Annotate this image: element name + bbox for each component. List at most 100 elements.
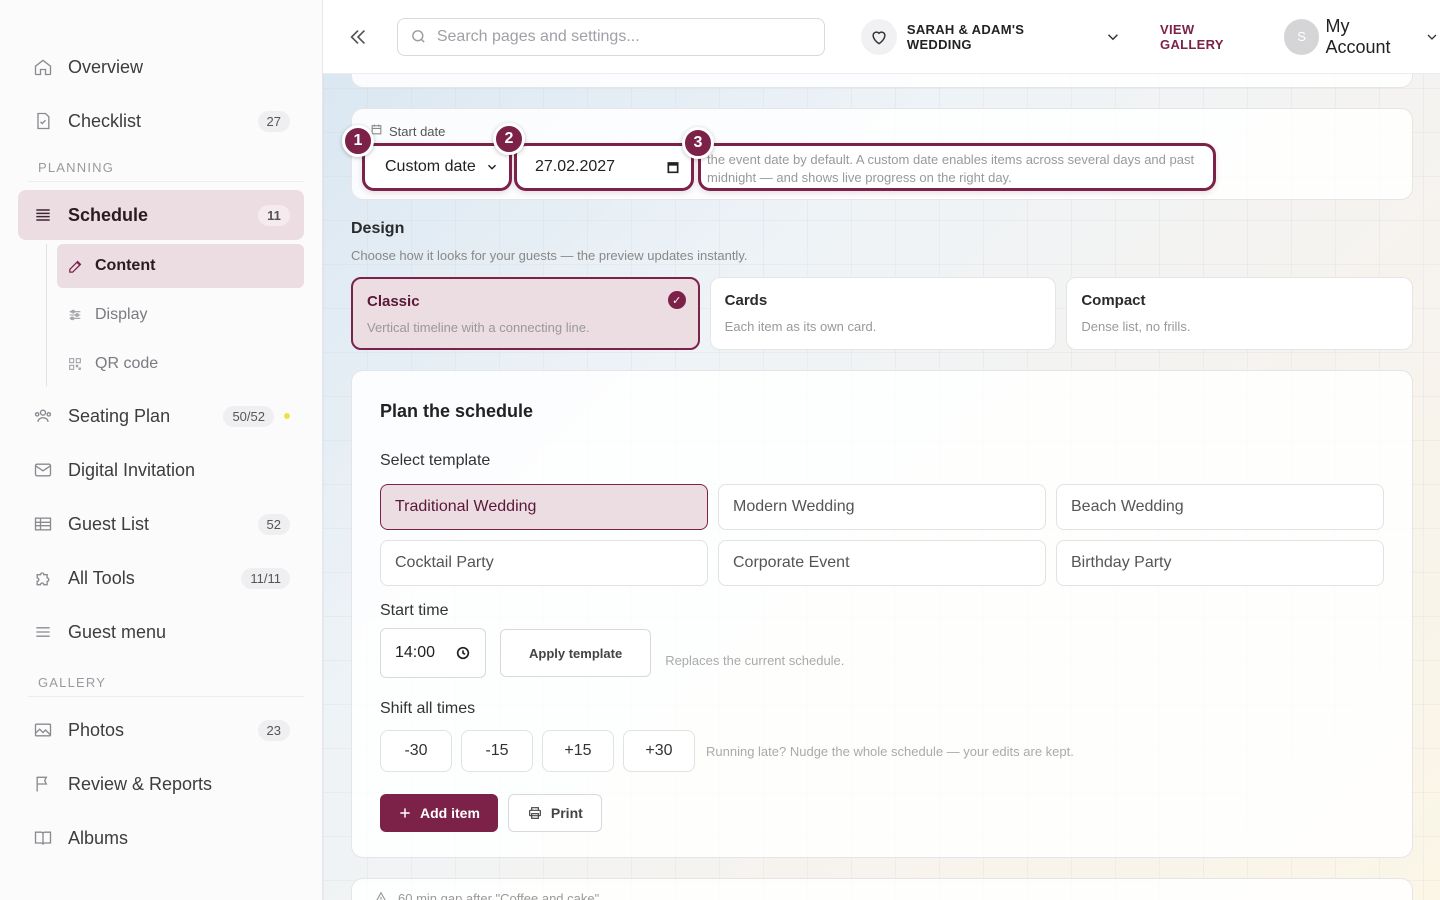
design-option-classic[interactable]: Classic Vertical timeline with a connect… [351, 277, 700, 350]
template-corporate-event[interactable]: Corporate Event [718, 540, 1046, 586]
image-icon [32, 719, 54, 741]
account-menu[interactable]: S My Account [1283, 15, 1440, 58]
count-badge: 11 [258, 204, 290, 226]
design-option-cards[interactable]: Cards Each item as its own card. [709, 277, 1057, 350]
event-name: SARAH & ADAM'S WEDDING [906, 21, 1025, 52]
subnav-item-content[interactable]: Content [57, 244, 304, 288]
template-traditional-wedding[interactable]: Traditional Wedding [380, 484, 708, 530]
template-cocktail-party[interactable]: Cocktail Party [380, 540, 708, 586]
sidebar-item-checklist[interactable]: Checklist 27 [18, 96, 304, 146]
count-badge: 50/52 [223, 405, 274, 427]
sidebar-item-label: All Tools [68, 567, 135, 588]
start-date-label: Start date [370, 123, 445, 139]
chevron-down-icon [487, 164, 497, 170]
sidebar-item-label: Overview [68, 56, 144, 77]
design-title: Design [351, 220, 405, 237]
search-icon [411, 30, 425, 43]
flag-icon [32, 773, 54, 795]
schedule-warning: 60 min gap after "Coffee and cake" [351, 878, 1413, 900]
sidebar-item-review-reports[interactable]: Review & Reports [18, 759, 304, 809]
template-label: Select template [380, 452, 491, 469]
topbar: SARAH & ADAM'S WEDDING VIEW GALLERY S My… [323, 0, 1440, 74]
sidebar-item-digital-invitation[interactable]: Digital Invitation [18, 445, 304, 495]
sidebar-item-guest-menu[interactable]: Guest menu [18, 607, 304, 657]
shift-plus-15-button[interactable]: +15 [542, 730, 614, 772]
shift-minus-15-button[interactable]: -15 [461, 730, 533, 772]
start-date-input[interactable]: 27.02.2027 [514, 143, 694, 191]
sidebar-item-label: Guest List [68, 513, 150, 534]
apply-template-button[interactable]: Apply template [500, 629, 652, 677]
sidebar-item-overview[interactable]: Overview [18, 42, 304, 92]
start-time-input[interactable]: 14:00 [380, 628, 486, 678]
design-subtitle: Choose how it looks for your guests — th… [351, 248, 748, 263]
book-icon [32, 827, 54, 849]
avatar: S [1283, 18, 1320, 55]
sidebar-item-all-tools[interactable]: All Tools 11/11 [18, 553, 304, 603]
apply-template-hint: Replaces the current schedule. [665, 652, 845, 668]
list-icon [32, 204, 54, 226]
search-input[interactable] [436, 27, 797, 46]
subnav-item-label: QR code [95, 355, 159, 372]
qr-icon [67, 355, 85, 373]
view-gallery-link[interactable]: VIEW GALLERY [1160, 22, 1262, 52]
chevron-down-icon [1108, 33, 1119, 40]
clock-icon [456, 646, 470, 660]
main-area: SARAH & ADAM'S WEDDING VIEW GALLERY S My… [323, 0, 1440, 900]
search-box [396, 17, 826, 56]
edit-icon [67, 257, 85, 275]
sidebar-item-label: Schedule [68, 204, 149, 225]
start-date-card: Start date Custom date 27.02.2027 the ev… [342, 108, 1413, 200]
count-badge: 52 [257, 513, 290, 535]
shift-plus-30-button[interactable]: +30 [623, 730, 695, 772]
sidebar-item-label: Checklist [68, 110, 142, 131]
design-options: Classic Vertical timeline with a connect… [351, 277, 1414, 350]
template-beach-wedding[interactable]: Beach Wedding [1056, 484, 1384, 530]
sidebar-item-photos[interactable]: Photos 23 [18, 705, 304, 755]
start-time-row: 14:00 Apply template Replaces the curren… [380, 628, 1384, 678]
sidebar-item-guest-list[interactable]: Guest List 52 [18, 499, 304, 549]
shift-hint: Running late? Nudge the whole schedule —… [706, 743, 1074, 759]
mail-icon [32, 459, 54, 481]
calendar-icon [667, 162, 679, 174]
subnav-item-label: Content [95, 257, 156, 274]
shift-minus-30-button[interactable]: -30 [380, 730, 452, 772]
warning-icon [376, 891, 386, 900]
collapse-sidebar-button[interactable] [343, 22, 373, 52]
account-label: My Account [1325, 15, 1391, 57]
people-icon [32, 405, 54, 427]
puzzle-icon [32, 567, 54, 589]
actions-row: Add item Print [380, 794, 1384, 832]
plus-icon [400, 808, 410, 818]
date-mode-select[interactable]: Custom date [362, 143, 512, 191]
plan-schedule-card: Plan the schedule Select template Tradit… [351, 370, 1413, 858]
sidebar-item-seating-plan[interactable]: Seating Plan 50/52 [18, 391, 304, 441]
sidebar-item-label: Photos [68, 719, 125, 740]
count-badge: 23 [257, 719, 290, 741]
template-modern-wedding[interactable]: Modern Wedding [718, 484, 1046, 530]
sidebar-item-albums[interactable]: Albums [18, 813, 304, 863]
add-item-button[interactable]: Add item [380, 794, 498, 832]
template-birthday-party[interactable]: Birthday Party [1056, 540, 1384, 586]
print-button[interactable]: Print [507, 794, 602, 832]
menu-icon [32, 621, 54, 643]
step-marker-1: 1 [342, 125, 374, 157]
date-mode-value: Custom date [385, 158, 476, 175]
home-icon [32, 56, 54, 78]
design-option-compact[interactable]: Compact Dense list, no frills. [1066, 277, 1414, 350]
subnav-item-display[interactable]: Display [57, 293, 304, 337]
subnav-item-label: Display [95, 306, 148, 323]
subnav-item-qr-code[interactable]: QR code [57, 342, 304, 386]
sidebar-item-label: Digital Invitation [68, 459, 196, 480]
sidebar-item-schedule[interactable]: Schedule 11 [18, 190, 304, 240]
schedule-subnav: Content Display QR code [46, 244, 304, 386]
count-badge: 27 [257, 110, 290, 132]
sidebar-item-label: Albums [68, 827, 129, 848]
sidebar-item-label: Seating Plan [68, 405, 171, 426]
shift-row: -30 -15 +15 +30 Running late? Nudge the … [380, 730, 1384, 772]
count-badge: 11/11 [241, 567, 290, 589]
double-chevron-left-icon [350, 29, 365, 44]
start-date-value: 27.02.2027 [535, 158, 616, 175]
status-dot [284, 413, 290, 419]
event-selector[interactable]: SARAH & ADAM'S WEDDING [861, 18, 1122, 55]
sidebar: Overview Checklist 27 PLANNING Schedule … [0, 0, 323, 900]
